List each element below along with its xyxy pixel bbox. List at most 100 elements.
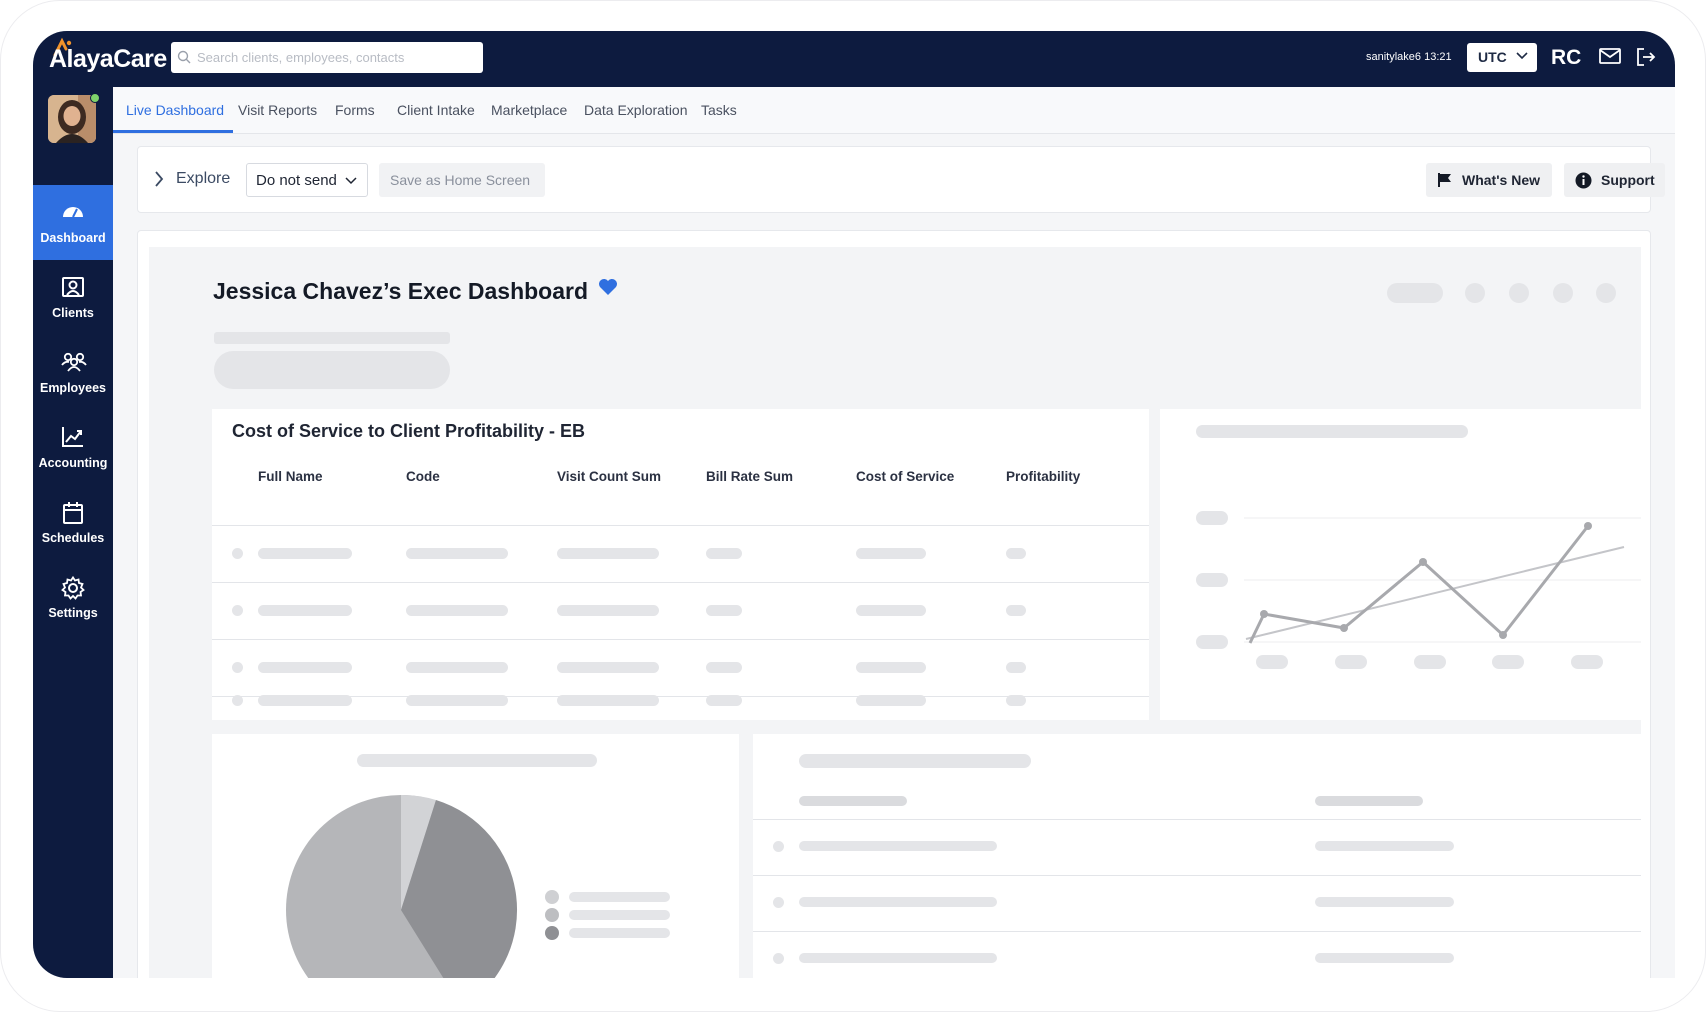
chevron-right-icon[interactable] xyxy=(154,171,164,187)
line-chart-placeholder xyxy=(1196,511,1641,669)
skeleton-placeholder xyxy=(1006,548,1026,559)
skeleton-placeholder xyxy=(706,605,742,616)
skeleton-placeholder xyxy=(799,796,907,806)
chevron-down-icon xyxy=(1516,52,1528,60)
skeleton-placeholder xyxy=(1387,283,1443,303)
save-as-home-screen-button[interactable]: Save as Home Screen xyxy=(379,163,545,197)
skeleton-placeholder xyxy=(214,351,450,389)
tab-client-intake[interactable]: Client Intake xyxy=(397,102,475,118)
pie-chart-panel xyxy=(212,734,739,978)
skeleton-placeholder xyxy=(232,605,243,616)
online-status-dot xyxy=(90,93,100,103)
skeleton-placeholder xyxy=(1315,897,1454,907)
logout-icon[interactable] xyxy=(1636,47,1656,67)
skeleton-placeholder xyxy=(1006,662,1026,673)
column-header[interactable]: Bill Rate Sum xyxy=(706,469,793,484)
avatar-photo-icon xyxy=(48,95,96,143)
support-button[interactable]: Support xyxy=(1564,163,1665,197)
info-icon xyxy=(1575,172,1592,189)
table-row xyxy=(212,583,1149,639)
skeleton-placeholder xyxy=(1315,953,1454,963)
skeleton-placeholder xyxy=(1006,605,1026,616)
sidebar-item-label: Clients xyxy=(52,306,94,320)
heart-icon[interactable] xyxy=(598,278,618,296)
tab-visit-reports[interactable]: Visit Reports xyxy=(238,102,317,118)
active-tab-indicator xyxy=(113,130,233,133)
table-row xyxy=(212,526,1149,582)
skeleton-placeholder xyxy=(1315,841,1454,851)
skeleton-placeholder xyxy=(258,548,352,559)
skeleton-placeholder xyxy=(799,897,997,907)
top-tabs: Live Dashboard Visit Reports Forms Clien… xyxy=(113,87,1675,134)
column-header[interactable]: Profitability xyxy=(1006,469,1080,484)
tab-tasks[interactable]: Tasks xyxy=(701,102,737,118)
sidebar-item-label: Schedules xyxy=(41,531,105,545)
skeleton-placeholder xyxy=(773,897,784,908)
tab-forms[interactable]: Forms xyxy=(335,102,375,118)
skeleton-placeholder xyxy=(258,662,352,673)
skeleton-placeholder xyxy=(706,662,742,673)
search-icon xyxy=(177,50,191,64)
skeleton-placeholder xyxy=(799,953,997,963)
skeleton-placeholder xyxy=(856,695,926,706)
sidebar-item-label: Accounting xyxy=(38,456,108,470)
avatar[interactable] xyxy=(48,95,96,143)
list-panel xyxy=(753,734,1641,978)
timezone-select[interactable]: UTC xyxy=(1467,43,1537,72)
sidebar-item-employees[interactable]: Employees xyxy=(33,335,113,410)
skeleton-placeholder xyxy=(1509,283,1529,303)
employees-icon xyxy=(61,352,87,372)
logo[interactable]: AlayaCare xyxy=(49,45,167,74)
skeleton-placeholder xyxy=(856,548,926,559)
skeleton-placeholder xyxy=(799,754,1031,768)
send-select-value: Do not send xyxy=(256,172,337,189)
sidebar-item-dashboard[interactable]: Dashboard xyxy=(33,185,113,260)
tab-data-exploration[interactable]: Data Exploration xyxy=(584,102,688,118)
explore-button[interactable]: Explore xyxy=(176,170,230,188)
list-item xyxy=(753,876,1641,931)
column-header[interactable]: Code xyxy=(406,469,440,484)
skeleton-placeholder xyxy=(406,695,508,706)
table-row xyxy=(212,695,1149,720)
skeleton-placeholder xyxy=(706,695,742,706)
schedules-icon xyxy=(63,502,83,524)
clients-icon xyxy=(62,277,84,297)
skeleton-placeholder xyxy=(232,548,243,559)
column-header[interactable]: Cost of Service xyxy=(856,469,954,484)
whats-new-label: What's New xyxy=(1462,172,1541,188)
skeleton-placeholder xyxy=(1006,695,1026,706)
app-screen: AlayaCare sanitylake6 13:21 UTC RC xyxy=(33,31,1675,978)
skeleton-placeholder xyxy=(557,605,659,616)
list-item xyxy=(753,932,1641,978)
timezone-value: UTC xyxy=(1478,49,1507,65)
top-bar: AlayaCare sanitylake6 13:21 UTC RC xyxy=(33,31,1675,87)
schedule-send-select[interactable]: Do not send xyxy=(246,163,368,197)
skeleton-placeholder xyxy=(214,332,450,344)
skeleton-placeholder xyxy=(232,662,243,673)
skeleton-placeholder xyxy=(557,662,659,673)
accounting-icon xyxy=(62,427,83,447)
search-input[interactable] xyxy=(195,42,479,73)
whats-new-button[interactable]: What's New xyxy=(1426,163,1552,197)
sidebar-item-clients[interactable]: Clients xyxy=(33,260,113,335)
column-header[interactable]: Visit Count Sum xyxy=(557,469,661,484)
tab-marketplace[interactable]: Marketplace xyxy=(491,102,567,118)
search-box[interactable] xyxy=(171,42,483,73)
sidebar-item-label: Employees xyxy=(39,381,106,395)
skeleton-placeholder xyxy=(406,548,508,559)
dashboard-toolbar: Explore Do not send Save as Home Screen … xyxy=(137,146,1665,213)
user-session-label: sanitylake6 13:21 xyxy=(1366,51,1452,63)
sidebar-item-accounting[interactable]: Accounting xyxy=(33,410,113,485)
tab-live-dashboard[interactable]: Live Dashboard xyxy=(126,102,224,118)
column-header[interactable]: Full Name xyxy=(258,469,323,484)
chevron-down-icon xyxy=(345,177,357,185)
mail-icon[interactable] xyxy=(1599,48,1621,64)
skeleton-placeholder xyxy=(1315,796,1423,806)
sidebar-item-settings[interactable]: Settings xyxy=(33,560,113,635)
skeleton-placeholder xyxy=(799,841,997,851)
list-item xyxy=(753,820,1641,875)
user-initials-button[interactable]: RC xyxy=(1551,46,1581,70)
skeleton-placeholder xyxy=(557,548,659,559)
dashboard-title: Jessica Chavez’s Exec Dashboard xyxy=(213,278,589,304)
sidebar-item-schedules[interactable]: Schedules xyxy=(33,485,113,560)
